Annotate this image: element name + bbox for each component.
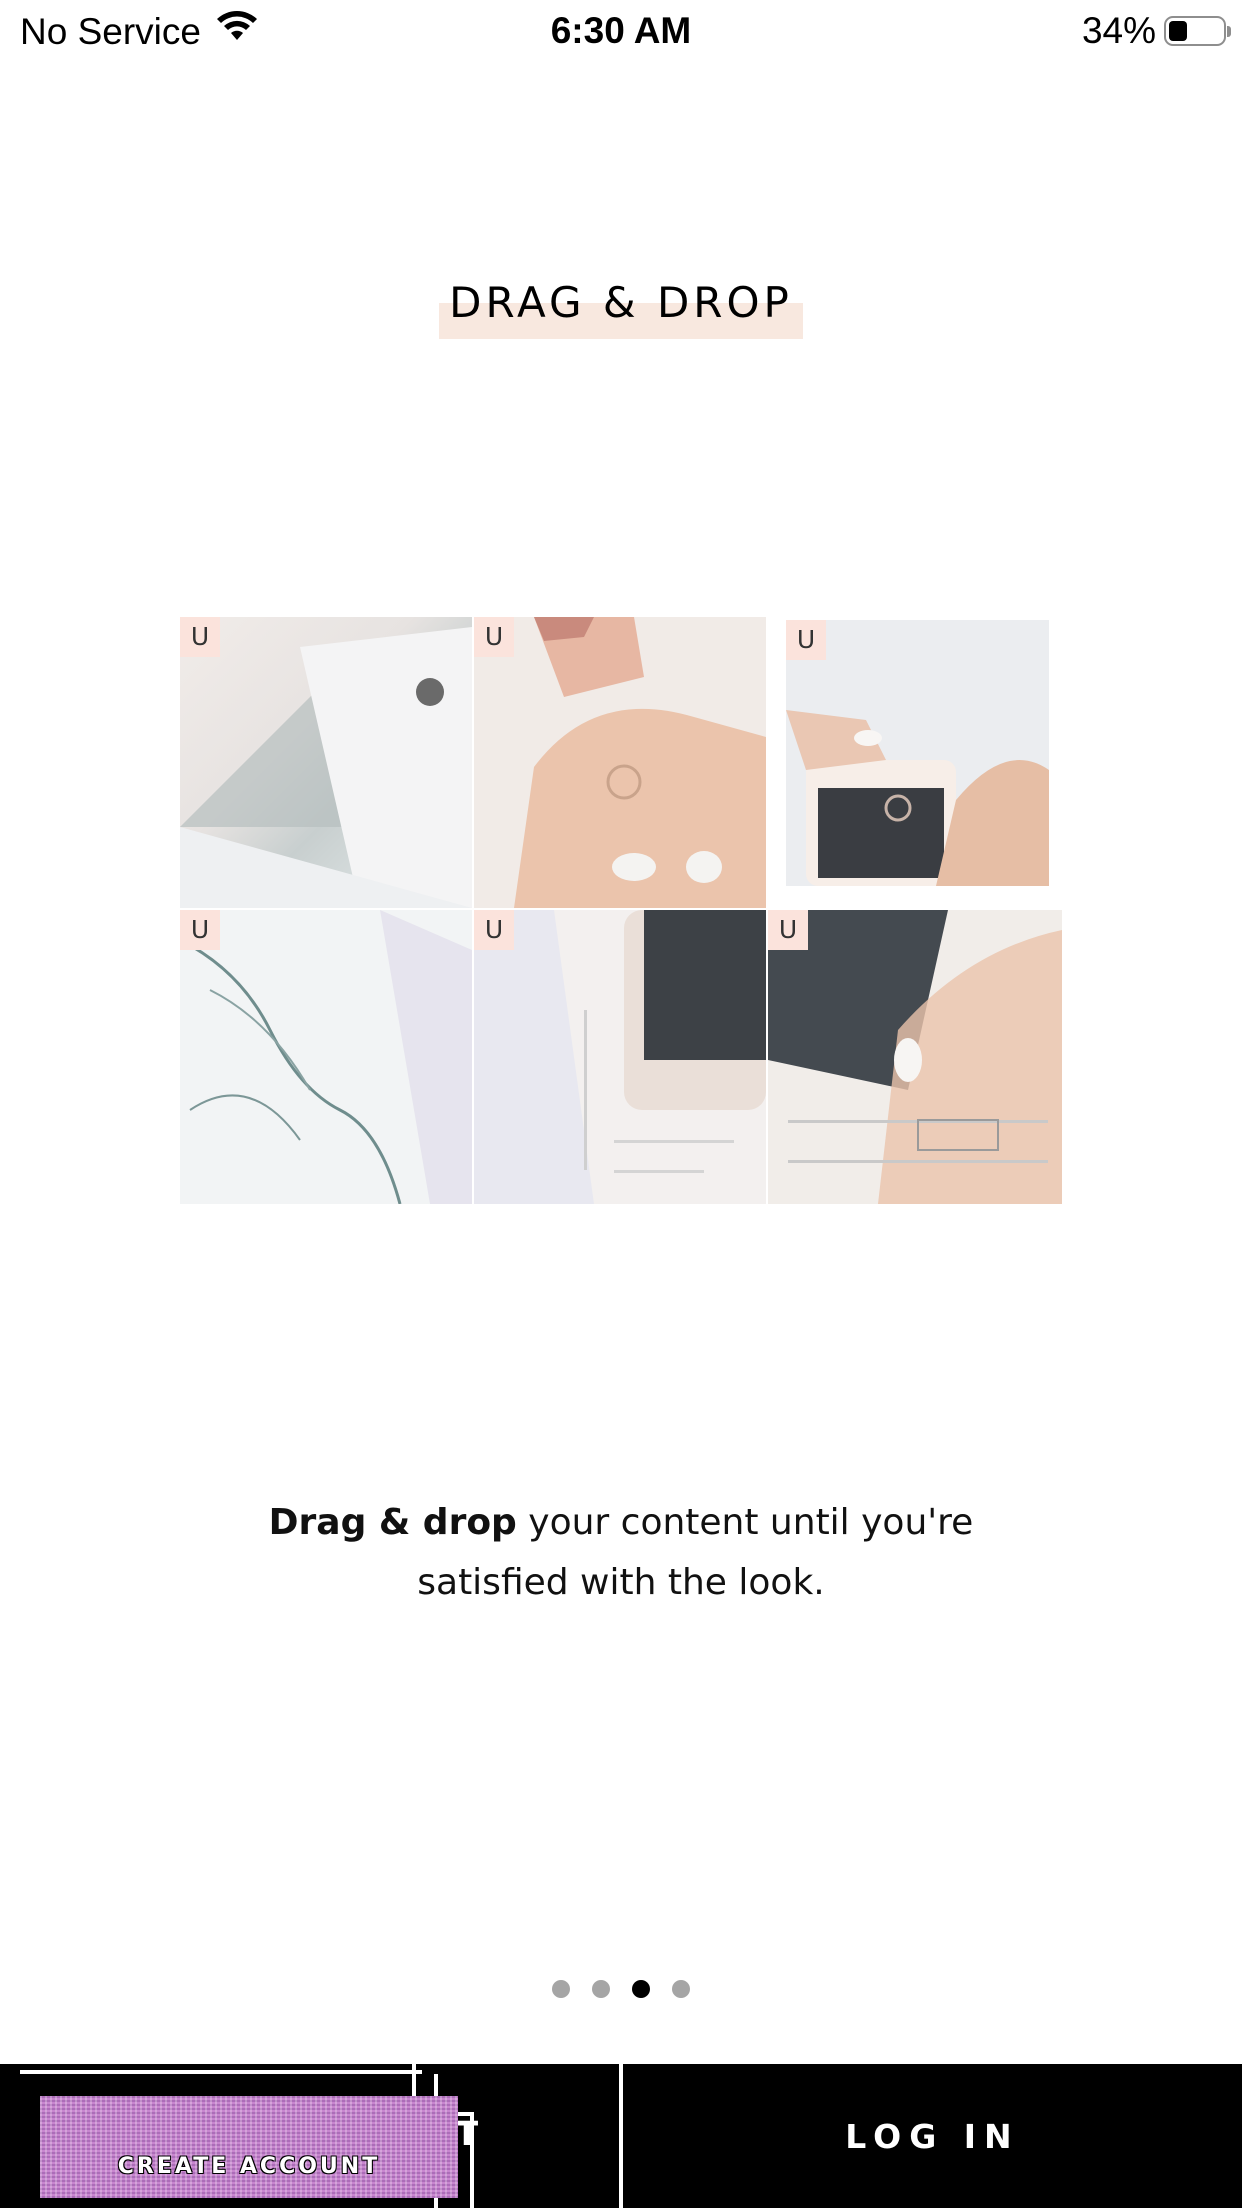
bottom-bar: NT CREATE ACCOUNT LOG IN xyxy=(0,2064,1242,2208)
status-right: 34% xyxy=(1081,10,1231,52)
description-bold: Drag & drop xyxy=(268,1502,517,1543)
create-account-button[interactable]: NT CREATE ACCOUNT xyxy=(0,2064,619,2208)
glitch-line xyxy=(470,2112,474,2208)
pagination-dot[interactable] xyxy=(672,1980,690,1998)
status-time: 6:30 AM xyxy=(550,10,692,51)
grid-tile: U xyxy=(786,620,1049,886)
title-wrap: DRAG & DROP xyxy=(0,278,1242,339)
grid-tile-badge: U xyxy=(474,910,514,950)
grid-tile: U xyxy=(474,617,766,908)
pagination-dot[interactable] xyxy=(552,1980,570,1998)
description-rest: your content until you're xyxy=(516,1502,974,1543)
grid-tile-badge: U xyxy=(180,617,220,657)
grid-tile: U xyxy=(474,910,766,1204)
battery-percent: 34% xyxy=(1081,10,1156,51)
log-in-button[interactable]: LOG IN xyxy=(623,2064,1242,2208)
grid-tile-badge: U xyxy=(474,617,514,657)
description-line-1: Drag & drop your content until you're xyxy=(0,1493,1242,1553)
page-title: DRAG & DROP xyxy=(439,278,803,339)
onboarding-screen: No Service 6:30 AM 34% DRAG & DROP U U U… xyxy=(0,0,1242,2208)
glitch-line xyxy=(20,2070,422,2074)
grid-tile: U xyxy=(768,910,1062,1204)
pagination-dots xyxy=(0,1980,1242,1998)
description: Drag & drop your content until you're sa… xyxy=(0,1493,1242,1613)
grid-tile-badge: U xyxy=(786,620,826,660)
battery-fill xyxy=(1169,21,1187,41)
pagination-dot[interactable] xyxy=(592,1980,610,1998)
page-title-text: DRAG & DROP xyxy=(449,278,793,327)
pagination-dot-active[interactable] xyxy=(632,1980,650,1998)
battery-icon xyxy=(1164,16,1231,46)
grid-tile-badge: U xyxy=(180,910,220,950)
create-account-glitch-box: CREATE ACCOUNT xyxy=(40,2096,458,2198)
photo-grid: U U U U U U xyxy=(180,617,1062,1204)
create-account-label: CREATE ACCOUNT xyxy=(117,2154,381,2179)
grid-tile-badge: U xyxy=(768,910,808,950)
grid-tile: U xyxy=(180,617,472,908)
status-bar: No Service 6:30 AM 34% xyxy=(0,0,1242,62)
grid-tile: U xyxy=(180,910,472,1204)
description-line-2: satisfied with the look. xyxy=(417,1562,825,1603)
